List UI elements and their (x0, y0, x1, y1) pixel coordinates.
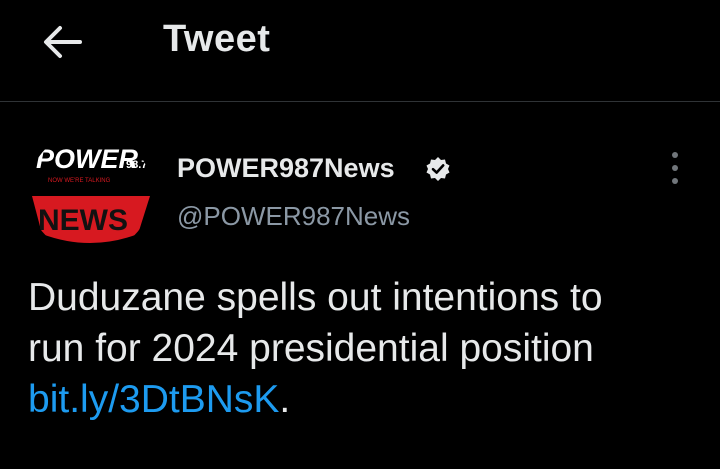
power987-news-logo: POWER 98.7 NOW WE'RE TALKING NEWS (28, 130, 152, 254)
tweet-text-line: Duduzane spells out intentions to (28, 276, 603, 319)
page-title: Tweet (163, 18, 271, 60)
tweet-trailing-period: . (279, 378, 291, 421)
avatar[interactable]: POWER 98.7 NOW WE'RE TALKING NEWS (28, 130, 152, 254)
arrow-left-icon (44, 26, 82, 58)
tweet-text: Duduzane spells out intentions to run fo… (28, 272, 708, 425)
verified-badge-icon (426, 157, 450, 181)
logo-tagline-text: NOW WE'RE TALKING (48, 178, 111, 184)
more-vertical-icon-dot (672, 178, 678, 184)
logo-frequency-text: 98.7 (126, 159, 147, 171)
more-vertical-icon (672, 152, 678, 158)
tweet-link-line: bit.ly/3DtBNsK. (28, 374, 708, 425)
tweet-text-line: run for 2024 presidential position (28, 327, 594, 370)
back-button[interactable] (40, 22, 84, 62)
more-vertical-icon-dot (672, 165, 678, 171)
author-display-name[interactable]: POWER987News (177, 153, 395, 184)
logo-news-text: NEWS (38, 204, 128, 237)
tweet-link[interactable]: bit.ly/3DtBNsK (28, 378, 279, 421)
logo-power-text: POWER (36, 144, 139, 174)
more-options-button[interactable] (662, 148, 688, 188)
author-handle[interactable]: @POWER987News (177, 201, 410, 232)
top-app-bar: Tweet (0, 0, 720, 102)
